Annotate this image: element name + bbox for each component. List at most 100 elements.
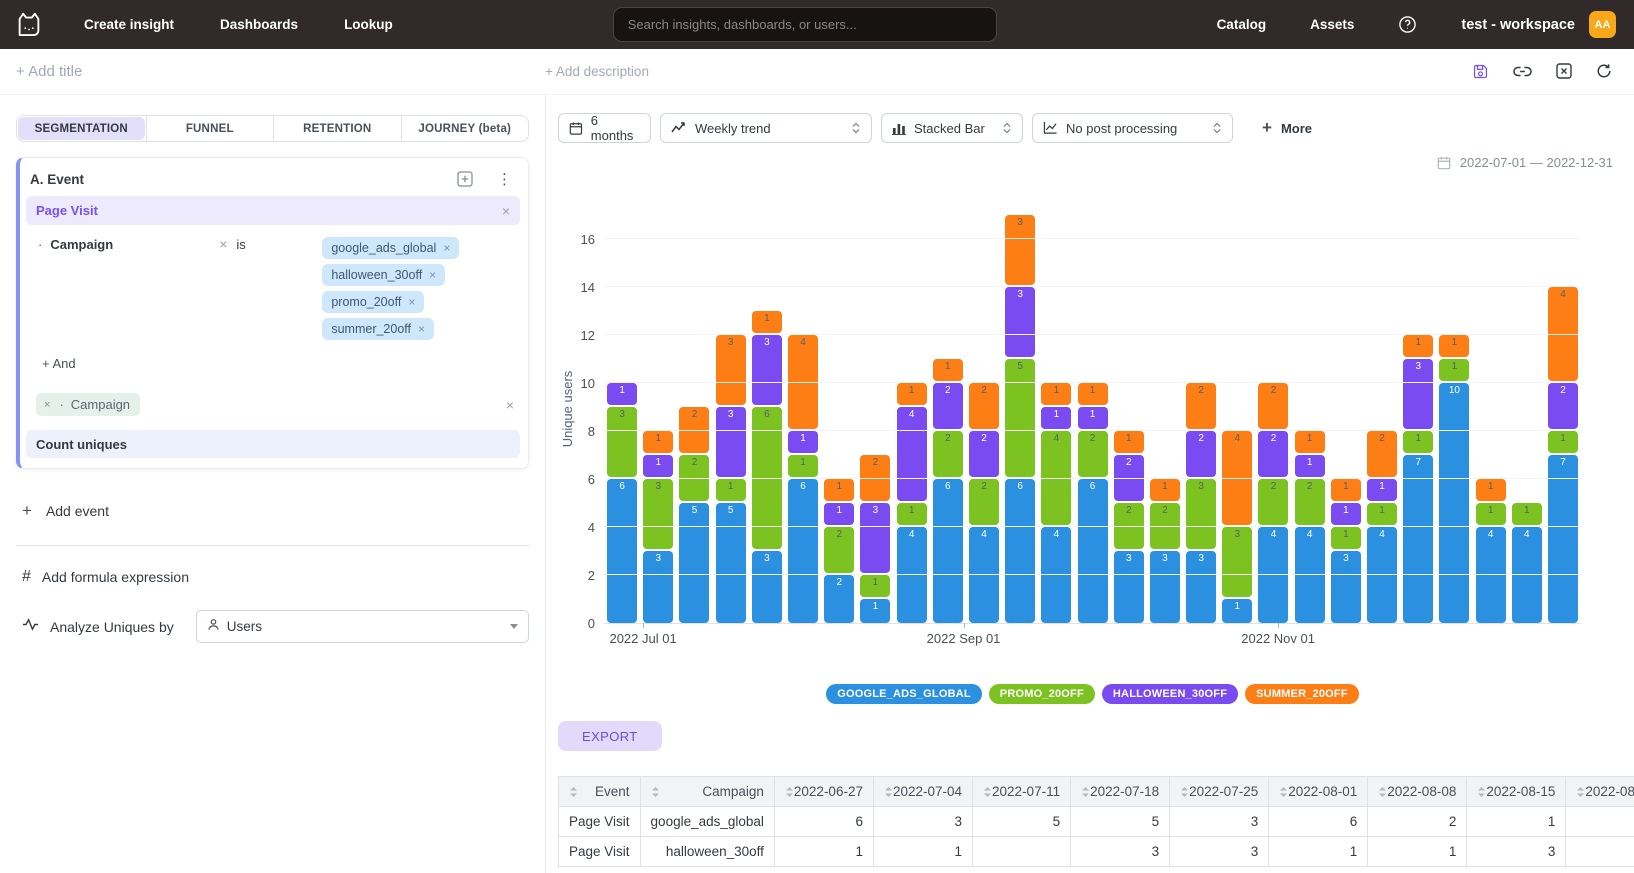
bar-segment-summer-20off[interactable]: 1	[1476, 479, 1506, 501]
analyze-by-select[interactable]: Users	[196, 610, 529, 643]
bar-segment-google-ads-global[interactable]: 7	[1403, 455, 1433, 623]
filter-property[interactable]: Campaign	[50, 237, 210, 252]
column-header-2022-08-22[interactable]: 2022-08-22	[1566, 777, 1634, 807]
aggregation-selector[interactable]: Count uniques	[26, 430, 520, 458]
bar-segment-promo-20off[interactable]: 3	[1186, 479, 1216, 549]
bar-segment-google-ads-global[interactable]: 6	[1005, 479, 1035, 623]
filter-value-chip-halloween-30off[interactable]: halloween_30off×	[322, 264, 445, 286]
sort-icon[interactable]	[1081, 786, 1090, 798]
bar-segment-promo-20off[interactable]: 3	[607, 407, 637, 477]
add-formula-button[interactable]: # Add formula expression	[16, 568, 529, 586]
bar-stack-2022-12-26[interactable]: 7124	[1548, 287, 1578, 623]
bar-stack-2022-11-07[interactable]: 4211	[1295, 431, 1325, 623]
bar-stack-2022-12-05[interactable]: 1011	[1439, 335, 1469, 623]
bar-stack-2022-07-18[interactable]: 5133	[716, 335, 746, 623]
sort-icon[interactable]	[1378, 786, 1387, 798]
bar-segment-summer-20off[interactable]: 1	[1295, 431, 1325, 453]
more-button[interactable]: + More	[1262, 118, 1312, 138]
add-title-button[interactable]: + Add title	[16, 63, 545, 80]
chip-remove-icon[interactable]: ×	[418, 322, 425, 336]
bar-segment-promo-20off[interactable]: 1	[1476, 503, 1506, 525]
bar-segment-promo-20off[interactable]: 3	[643, 479, 673, 549]
share-link-button[interactable]	[1513, 63, 1532, 80]
bar-segment-google-ads-global[interactable]: 6	[1078, 479, 1108, 623]
bar-segment-summer-20off[interactable]: 1	[1439, 335, 1469, 357]
bar-stack-2022-06-27[interactable]: 631	[607, 383, 637, 623]
bar-segment-promo-20off[interactable]: 5	[1005, 359, 1035, 477]
sort-icon[interactable]	[569, 786, 578, 798]
legend-pill-google-ads-global[interactable]: GOOGLE_ADS_GLOBAL	[826, 684, 982, 704]
bar-segment-halloween-30off[interactable]: 1	[643, 455, 673, 477]
bar-segment-halloween-30off[interactable]: 2	[969, 431, 999, 477]
bar-stack-2022-10-31[interactable]: 4222	[1258, 383, 1288, 623]
bar-stack-2022-10-24[interactable]: 134	[1222, 431, 1252, 623]
workspace-name[interactable]: test - workspace	[1461, 17, 1575, 33]
bar-segment-summer-20off[interactable]: 1	[643, 431, 673, 453]
filter-value-chip-google-ads-global[interactable]: google_ads_global×	[322, 237, 459, 259]
bar-segment-google-ads-global[interactable]: 10	[1439, 383, 1469, 623]
remove-breakdown-icon[interactable]: ×	[506, 398, 514, 412]
bar-segment-google-ads-global[interactable]: 7	[1548, 455, 1578, 623]
column-header-2022-08-15[interactable]: 2022-08-15	[1467, 777, 1566, 807]
tab-segmentation[interactable]: SEGMENTATION	[18, 117, 145, 140]
trend-select[interactable]: Weekly trend	[660, 113, 872, 143]
app-logo-cat-icon[interactable]	[14, 10, 48, 40]
bar-segment-google-ads-global[interactable]: 3	[643, 551, 673, 623]
chip-remove-icon[interactable]: ×	[429, 268, 436, 282]
bar-segment-summer-20off[interactable]: 2	[969, 383, 999, 429]
bar-segment-halloween-30off[interactable]: 1	[1295, 455, 1325, 477]
bar-segment-summer-20off[interactable]: 1	[752, 311, 782, 333]
bar-segment-google-ads-global[interactable]: 3	[1186, 551, 1216, 623]
legend-pill-promo-20off[interactable]: PROMO_20OFF	[989, 684, 1095, 704]
bar-segment-promo-20off[interactable]: 3	[1222, 527, 1252, 597]
bar-segment-halloween-30off[interactable]: 1	[1041, 407, 1071, 429]
column-header-2022-08-08[interactable]: 2022-08-08	[1368, 777, 1467, 807]
event-menu-button[interactable]: ⋮	[493, 170, 516, 188]
bar-segment-google-ads-global[interactable]: 6	[933, 479, 963, 623]
avatar[interactable]: AA	[1589, 11, 1616, 38]
legend-pill-halloween-30off[interactable]: HALLOWEEN_30OFF	[1102, 684, 1238, 704]
bar-segment-summer-20off[interactable]: 2	[1367, 431, 1397, 477]
column-header-2022-07-11[interactable]: 2022-07-11	[973, 777, 1071, 807]
breakdown-remove-icon[interactable]: ×	[44, 399, 50, 411]
event-selector[interactable]: Page Visit ×	[26, 196, 520, 225]
filter-value-chip-summer-20off[interactable]: summer_20off×	[322, 318, 434, 340]
column-header-2022-07-18[interactable]: 2022-07-18	[1071, 777, 1170, 807]
bar-segment-promo-20off[interactable]: 1	[897, 503, 927, 525]
column-header-2022-07-25[interactable]: 2022-07-25	[1170, 777, 1269, 807]
nav-item-dashboards[interactable]: Dashboards	[220, 17, 298, 32]
bar-segment-google-ads-global[interactable]: 4	[1041, 527, 1071, 623]
export-button[interactable]: EXPORT	[558, 721, 662, 751]
bar-stack-2022-08-22[interactable]: 4141	[897, 383, 927, 623]
bar-segment-halloween-30off[interactable]: 2	[1548, 383, 1578, 429]
bar-segment-halloween-30off[interactable]: 1	[1367, 479, 1397, 501]
bar-segment-google-ads-global[interactable]: 6	[607, 479, 637, 623]
bar-segment-google-ads-global[interactable]: 4	[1258, 527, 1288, 623]
nav-item-assets[interactable]: Assets	[1310, 17, 1354, 32]
search-input[interactable]	[613, 7, 997, 42]
bar-segment-halloween-30off[interactable]: 3	[1403, 359, 1433, 429]
bar-segment-google-ads-global[interactable]: 3	[1331, 551, 1361, 623]
bar-segment-promo-20off[interactable]: 1	[1367, 503, 1397, 525]
sort-icon[interactable]	[1279, 786, 1288, 798]
bar-segment-google-ads-global[interactable]: 1	[1222, 599, 1252, 623]
bar-stack-2022-12-12[interactable]: 411	[1476, 479, 1506, 623]
save-button[interactable]	[1472, 63, 1489, 80]
bar-segment-halloween-30off[interactable]: 3	[716, 407, 746, 477]
bar-segment-promo-20off[interactable]: 2	[824, 527, 854, 573]
remove-event-icon[interactable]: ×	[502, 204, 510, 218]
bar-segment-halloween-30off[interactable]: 2	[1258, 431, 1288, 477]
bar-segment-summer-20off[interactable]: 1	[1331, 479, 1361, 501]
tab-funnel[interactable]: FUNNEL	[146, 116, 274, 141]
sort-icon[interactable]	[1477, 786, 1486, 798]
breakdown-chip[interactable]: × · Campaign	[36, 393, 140, 416]
bar-segment-summer-20off[interactable]: 3	[1005, 215, 1035, 285]
bar-segment-google-ads-global[interactable]: 4	[897, 527, 927, 623]
bar-segment-google-ads-global[interactable]: 3	[752, 551, 782, 623]
bar-stack-2022-08-29[interactable]: 6221	[933, 359, 963, 623]
bar-stack-2022-11-28[interactable]: 7131	[1403, 335, 1433, 623]
nav-item-lookup[interactable]: Lookup	[344, 17, 393, 32]
sort-icon[interactable]	[785, 786, 794, 798]
bar-stack-2022-10-03[interactable]: 3221	[1114, 431, 1144, 623]
date-range-button[interactable]: 6 months	[558, 113, 651, 143]
